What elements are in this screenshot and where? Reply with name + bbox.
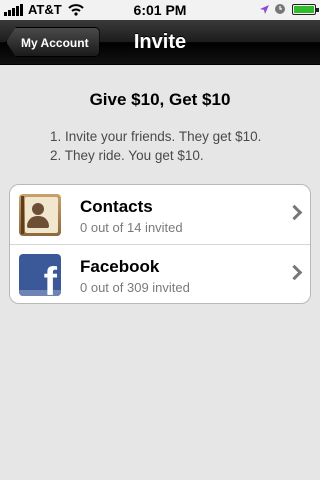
- back-button[interactable]: My Account: [6, 27, 100, 57]
- facebook-icon: f: [19, 254, 61, 296]
- row-subtitle: 0 out of 309 invited: [80, 280, 190, 295]
- promo-step-2: 2. They ride. You get $10.: [50, 148, 204, 163]
- list-item-facebook[interactable]: f Facebook 0 out of 309 invited: [10, 245, 310, 303]
- alarm-clock-icon: [275, 4, 285, 14]
- list-item-contacts[interactable]: Contacts 0 out of 14 invited: [10, 185, 310, 245]
- promo-headline: Give $10, Get $10: [89, 90, 231, 109]
- chevron-right-icon: [286, 264, 303, 281]
- facebook-letter: f: [43, 260, 57, 296]
- navigation-bar: Invite My Account: [0, 20, 320, 65]
- row-title: Facebook: [80, 257, 160, 276]
- contacts-book-icon: [19, 194, 61, 236]
- row-title: Contacts: [80, 197, 153, 216]
- battery-icon: [292, 3, 319, 15]
- row-subtitle: 0 out of 14 invited: [80, 220, 183, 235]
- status-right-icons: [259, 3, 319, 15]
- promo-steps: 1. Invite your friends. They get $10. 2.…: [50, 127, 261, 165]
- promo-step-1: 1. Invite your friends. They get $10.: [50, 129, 262, 144]
- chevron-right-icon: [286, 204, 303, 221]
- invite-options-list: Contacts 0 out of 14 invited f Facebook …: [9, 184, 311, 304]
- location-arrow-icon: [260, 4, 269, 14]
- status-bar: AT&T 6:01 PM: [0, 0, 320, 20]
